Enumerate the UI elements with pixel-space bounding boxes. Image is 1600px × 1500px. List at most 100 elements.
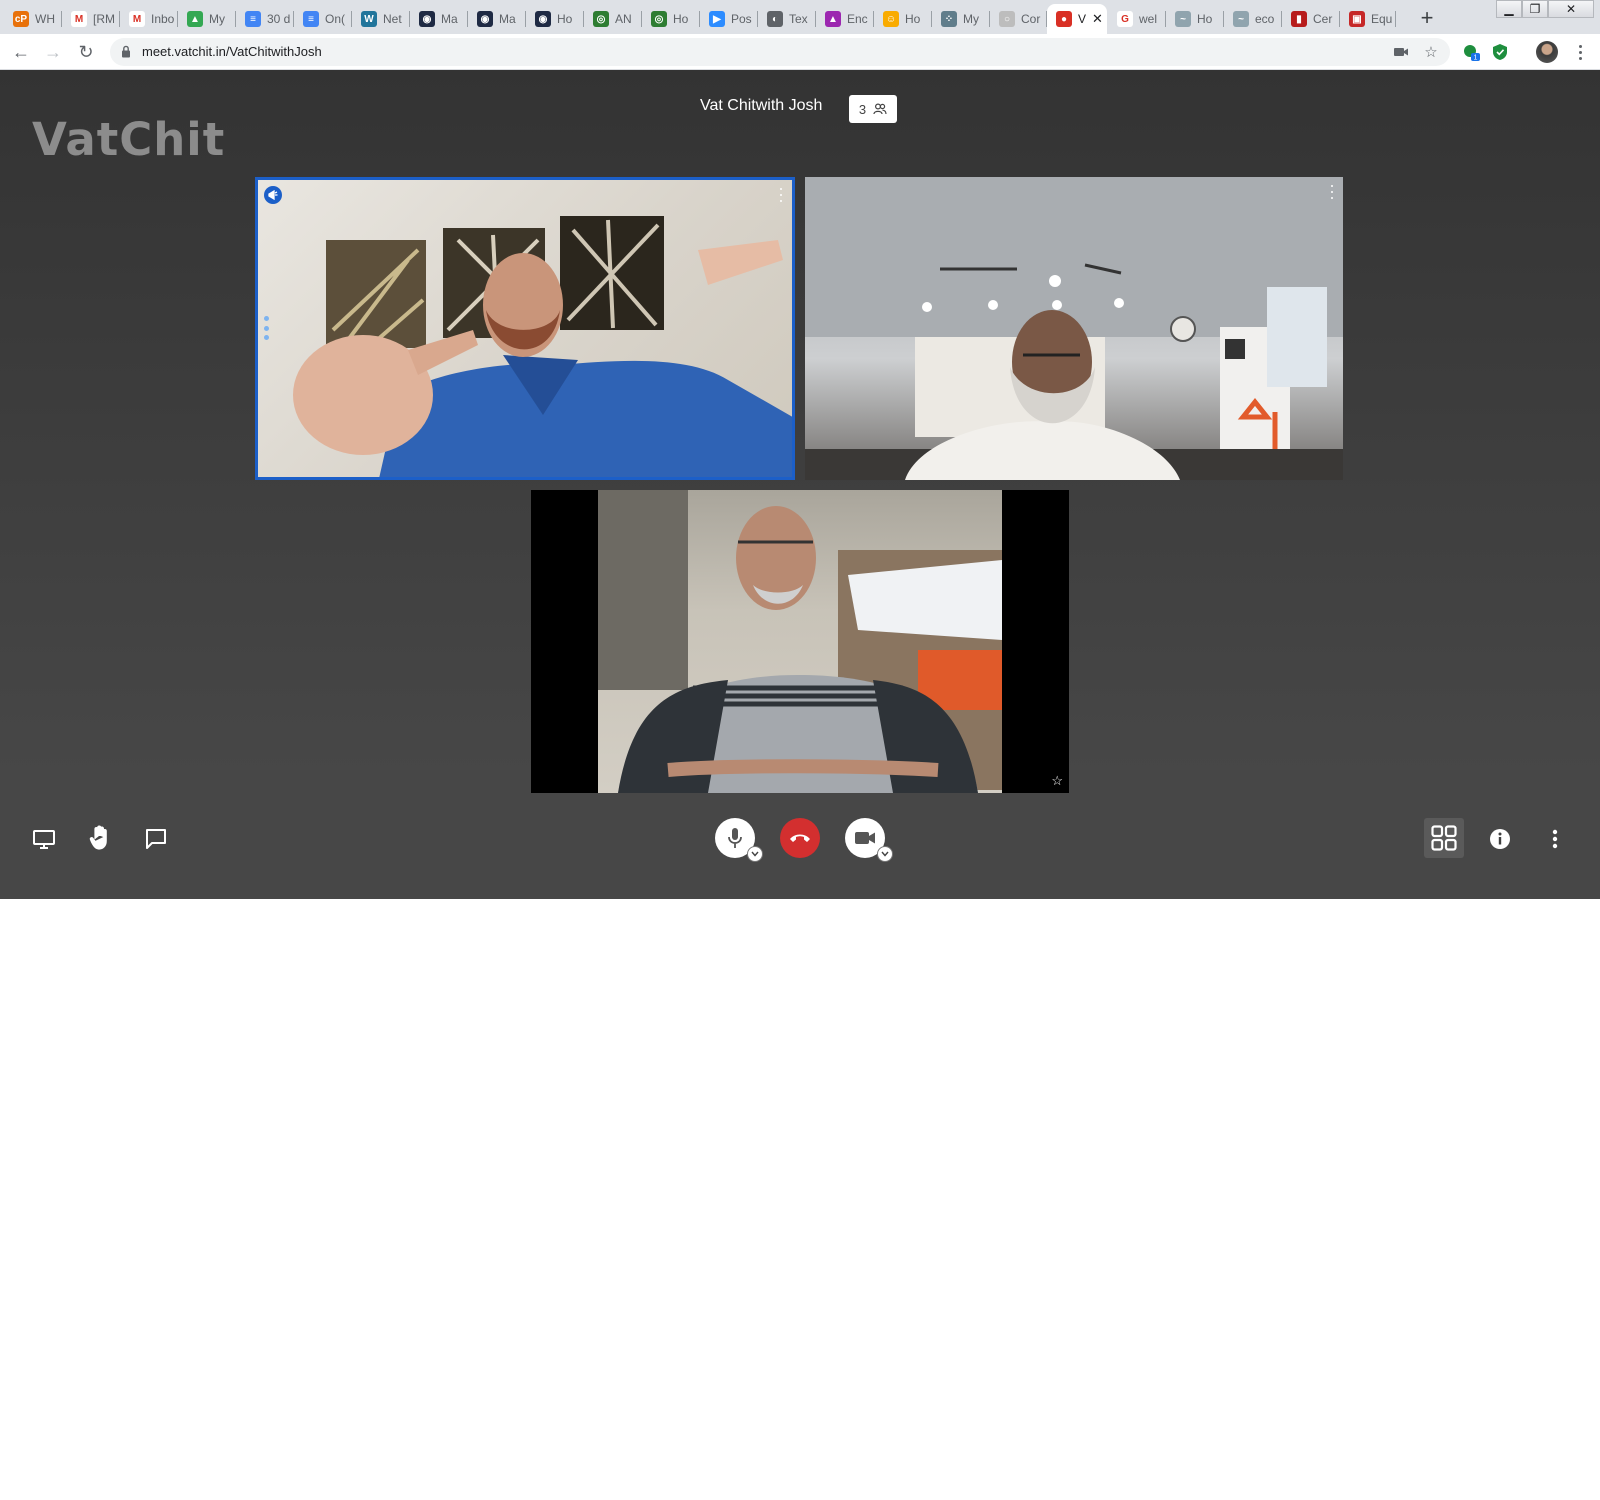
browser-tab[interactable]: ☺ Ho bbox=[874, 4, 932, 34]
minimize-button[interactable]: ▁ bbox=[1496, 0, 1522, 18]
tab-title: 30 d bbox=[267, 12, 291, 26]
browser-tab[interactable]: cP WH bbox=[4, 4, 62, 34]
tab-favicon-icon: M bbox=[129, 11, 145, 27]
browser-tab[interactable]: ◎ AN bbox=[584, 4, 642, 34]
tab-favicon-icon: ▶ bbox=[709, 11, 725, 27]
tab-title: My bbox=[963, 12, 979, 26]
browser-tab[interactable]: Gwel bbox=[1108, 4, 1166, 34]
browser-tab[interactable]: ○ Cor bbox=[990, 4, 1047, 34]
browser-tab[interactable]: ◉ Ho bbox=[526, 4, 584, 34]
reload-icon: ↻ bbox=[78, 41, 94, 62]
tab-title: Enc bbox=[847, 12, 868, 26]
tab-title: Ma bbox=[499, 12, 516, 26]
raise-hand-icon[interactable] bbox=[88, 825, 112, 851]
participant-count: 3 bbox=[858, 101, 867, 117]
star-icon[interactable]: ☆ bbox=[1051, 773, 1063, 789]
maximize-button[interactable]: ❐ bbox=[1522, 0, 1548, 18]
camera-permission-icon[interactable] bbox=[1392, 43, 1410, 61]
tile-options-icon[interactable] bbox=[1329, 185, 1335, 199]
participant-video-1 bbox=[293, 216, 792, 477]
more-options-icon[interactable] bbox=[1546, 827, 1564, 851]
tab-favicon-icon: ▮ bbox=[1291, 11, 1307, 27]
tab-favicon-icon: W bbox=[361, 11, 377, 27]
tab-title: [RM bbox=[93, 12, 115, 26]
tab-title: Inbo bbox=[151, 12, 175, 26]
forward-button[interactable]: → bbox=[41, 40, 65, 64]
camera-button[interactable] bbox=[845, 818, 893, 862]
tile-view-button[interactable] bbox=[1424, 818, 1464, 858]
lock-icon bbox=[122, 45, 130, 58]
back-button[interactable]: ← bbox=[9, 40, 33, 64]
tab-favicon-icon: M bbox=[71, 11, 87, 27]
browser-tab[interactable]: ◉ Ma bbox=[410, 4, 468, 34]
shield-icon[interactable] bbox=[1492, 43, 1508, 61]
moderator-icon bbox=[264, 186, 282, 204]
browser-tab[interactable]: ~ Ho bbox=[1166, 4, 1224, 34]
tab-favicon-icon: ○ bbox=[999, 11, 1015, 27]
browser-tab[interactable]: ▶ Pos bbox=[700, 4, 758, 34]
close-tab-icon[interactable]: ✕ bbox=[1092, 11, 1103, 27]
tab-separator bbox=[1395, 11, 1396, 27]
tab-favicon-icon: cP bbox=[13, 11, 29, 27]
camera-settings-caret[interactable] bbox=[877, 846, 893, 862]
tab-title: wel bbox=[1139, 12, 1158, 26]
profile-avatar[interactable] bbox=[1536, 41, 1558, 63]
participant-count-button[interactable]: 3 bbox=[849, 95, 897, 123]
new-tab-button[interactable]: + bbox=[1414, 5, 1440, 31]
browser-tab[interactable]: ▮ Cer bbox=[1282, 4, 1340, 34]
tab-title: V bbox=[1078, 12, 1087, 26]
browser-tab[interactable]: ≡ On( bbox=[294, 4, 352, 34]
browser-tab[interactable]: ▲ My bbox=[178, 4, 236, 34]
tab-title: Cer bbox=[1313, 12, 1333, 26]
participant-video-3 bbox=[598, 490, 1002, 793]
tab-favicon-icon: ~ bbox=[1233, 11, 1249, 27]
tab-favicon-icon: ● bbox=[1056, 11, 1072, 27]
tab-favicon-icon: ◎ bbox=[593, 11, 609, 27]
participant-video-2 bbox=[805, 177, 1343, 480]
bookmark-star-icon[interactable]: ☆ bbox=[1422, 43, 1440, 61]
reload-button[interactable]: ↻ bbox=[74, 40, 98, 64]
hangup-icon bbox=[790, 834, 810, 842]
screen-share-icon[interactable] bbox=[32, 827, 56, 851]
arrow-right-icon: → bbox=[44, 41, 62, 62]
microphone-button[interactable] bbox=[715, 818, 763, 862]
tile-options-icon[interactable] bbox=[778, 188, 784, 202]
microphone-settings-caret[interactable] bbox=[747, 846, 763, 862]
tab-favicon-icon: ▲ bbox=[187, 11, 203, 27]
tab-title: Cor bbox=[1021, 12, 1041, 26]
browser-menu-button[interactable] bbox=[1572, 40, 1588, 64]
tab-title: WH bbox=[35, 12, 55, 26]
browser-tab[interactable]: ◎ Ho bbox=[642, 4, 700, 34]
browser-tab[interactable]: M [RM bbox=[62, 4, 120, 34]
chevron-down-icon bbox=[881, 851, 889, 857]
tab-favicon-icon: ◉ bbox=[477, 11, 493, 27]
browser-tab[interactable]: ⁘ My bbox=[932, 4, 990, 34]
info-icon[interactable] bbox=[1488, 827, 1512, 851]
meeting-title: Vat Chitwith Josh bbox=[700, 97, 823, 114]
tab-title: My bbox=[209, 12, 225, 26]
video-tile-participant-2[interactable] bbox=[805, 177, 1343, 480]
tab-title: Ho bbox=[557, 12, 573, 26]
browser-tab[interactable]: ◉ Ma bbox=[468, 4, 526, 34]
tab-favicon-icon: ◎ bbox=[651, 11, 667, 27]
browser-tab[interactable]: W Net bbox=[352, 4, 410, 34]
tab-favicon-icon: ◐ bbox=[767, 11, 783, 27]
browser-tab-strip: cP WH M [RM M Inbo ▲ My ≡ 30 d ≡ On(W Net ◉ Ma ◉ Ma ◉ Ho ◎ A… bbox=[0, 0, 1600, 34]
chat-icon[interactable] bbox=[144, 827, 168, 851]
extension-icon[interactable]: 1 bbox=[1462, 43, 1480, 61]
browser-tab[interactable]: ● V ✕ bbox=[1047, 4, 1107, 34]
video-tile-participant-3[interactable]: ☆ bbox=[531, 490, 1069, 793]
video-tile-participant-1[interactable] bbox=[255, 177, 795, 480]
browser-tab[interactable]: M Inbo bbox=[120, 4, 178, 34]
browser-tab[interactable]: ◐ Tex bbox=[758, 4, 816, 34]
close-window-button[interactable]: ✕ bbox=[1548, 0, 1594, 18]
browser-tab[interactable]: ▲ Enc bbox=[816, 4, 874, 34]
address-bar[interactable]: meet.vatchit.in/VatChitwithJosh ☆ bbox=[110, 38, 1450, 66]
browser-tab[interactable]: ▣ Equ bbox=[1340, 4, 1396, 34]
browser-tab[interactable]: ≡ 30 d bbox=[236, 4, 294, 34]
browser-tab[interactable]: ~ eco bbox=[1224, 4, 1282, 34]
tab-title: Net bbox=[383, 12, 402, 26]
hangup-button[interactable] bbox=[780, 818, 820, 858]
tile-view-icon bbox=[1431, 825, 1457, 851]
microphone-icon bbox=[728, 828, 742, 848]
